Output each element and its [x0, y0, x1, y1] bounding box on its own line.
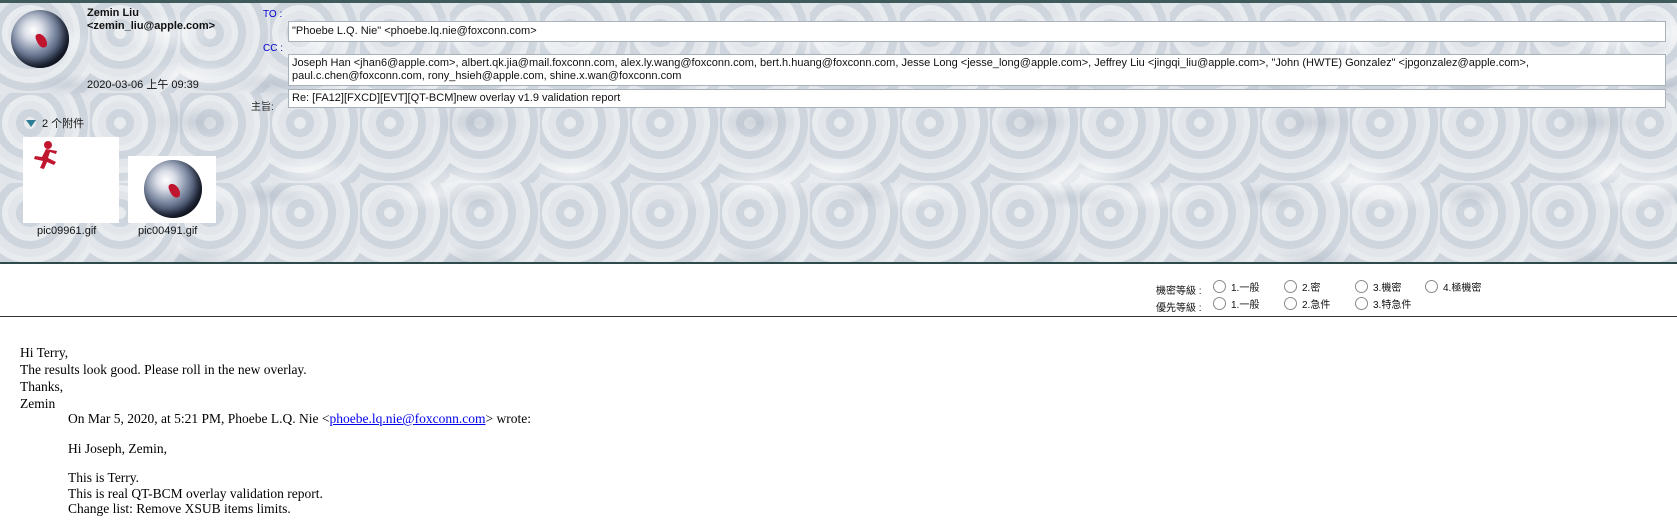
security-option-1[interactable]: 1.一般 [1213, 279, 1259, 294]
globe-icon [144, 160, 202, 218]
quote-line-3: Change list: Remove XSUB items limits. [68, 501, 291, 516]
disclosure-triangle-icon [26, 119, 36, 127]
quote-greeting: Hi Joseph, Zemin, [68, 440, 167, 456]
sender-email: <zemin_liu@apple.com> [87, 20, 216, 32]
running-figure-icon [34, 141, 57, 169]
quote-email-link[interactable]: phoebe.lq.nie@foxconn.com [329, 411, 485, 426]
security-level-label: 機密等級 : [1156, 286, 1202, 297]
attachment-name-1[interactable]: pic09961.gif [37, 225, 96, 237]
mail-header: Zemin Liu <zemin_liu@apple.com> 2020-03-… [0, 0, 1677, 264]
priority-option-1[interactable]: 1.一般 [1213, 296, 1259, 311]
to-field[interactable]: "Phoebe L.Q. Nie" <phoebe.lq.nie@foxconn… [288, 21, 1666, 42]
classification-panel: 機密等級 : 1.一般 2.密 3.機密 4.極機密 優先等級 : 1.一般 2… [0, 266, 1677, 317]
security-option-2[interactable]: 2.密 [1284, 279, 1320, 294]
quoted-message: On Mar 5, 2020, at 5:21 PM, Phoebe L.Q. … [68, 411, 531, 517]
priority-option-3[interactable]: 3.特急件 [1355, 296, 1411, 311]
security-option-3[interactable]: 3.機密 [1355, 279, 1401, 294]
quote-attribution: On Mar 5, 2020, at 5:21 PM, Phoebe L.Q. … [68, 411, 531, 426]
cc-field[interactable]: Joseph Han <jhan6@apple.com>, albert.qk.… [288, 54, 1666, 86]
subject-field[interactable]: Re: [FA12][FXCD][EVT][QT-BCM]new overlay… [288, 89, 1666, 108]
body-line-3: Thanks, [20, 379, 64, 394]
radio-circle-icon [1355, 297, 1368, 310]
quote-line-2: This is real QT-BCM overlay validation r… [68, 485, 323, 501]
radio-circle-icon [1213, 297, 1226, 310]
to-label: TO : [263, 9, 283, 20]
sender-avatar [11, 10, 69, 68]
radio-circle-icon [1425, 280, 1438, 293]
body-line-1: Hi Terry, [20, 345, 69, 360]
attachment-thumbnail-2[interactable] [128, 156, 216, 223]
attachments-count-label: 2 个附件 [42, 118, 85, 130]
attachment-name-2[interactable]: pic00491.gif [138, 225, 197, 237]
radio-circle-icon [1284, 297, 1297, 310]
attachments-toggle[interactable]: 2 个附件 [26, 115, 84, 131]
sent-date: 2020-03-06 上午 09:39 [87, 79, 199, 91]
sender-name: Zemin Liu [87, 7, 139, 19]
message-body: Hi Terry, The results look good. Please … [20, 345, 1660, 516]
priority-option-2[interactable]: 2.急件 [1284, 296, 1330, 311]
radio-circle-icon [1284, 280, 1297, 293]
radio-circle-icon [1355, 280, 1368, 293]
priority-level-label: 優先等級 : [1156, 303, 1202, 314]
subject-label: 主旨: [251, 102, 274, 113]
cc-line-1: Joseph Han <jhan6@apple.com>, albert.qk.… [292, 57, 1529, 69]
quote-line-1: This is Terry. [68, 470, 140, 485]
radio-circle-icon [1213, 280, 1226, 293]
body-line-2: The results look good. Please roll in th… [20, 362, 307, 377]
security-option-4[interactable]: 4.極機密 [1425, 279, 1481, 294]
attachment-thumbnail-1[interactable] [23, 137, 119, 223]
cc-label: CC : [263, 43, 283, 54]
cc-line-2: paul.c.chen@foxconn.com, rony_hsieh@appl… [292, 70, 682, 82]
